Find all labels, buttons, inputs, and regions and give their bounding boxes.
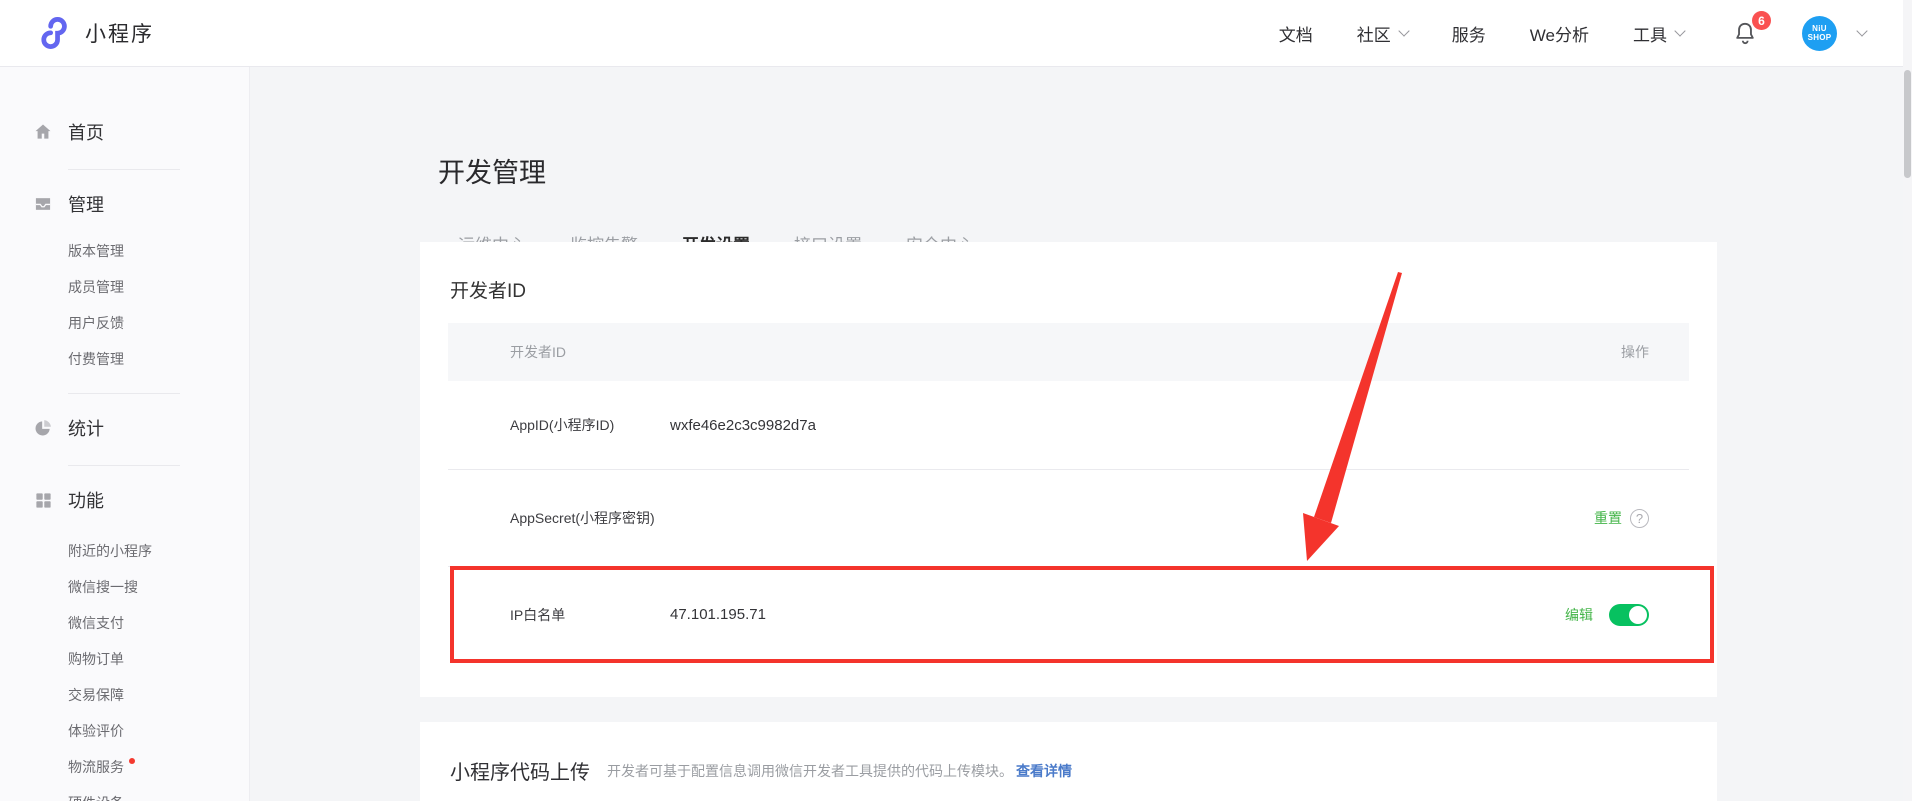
sidebar-features-label: 功能: [68, 487, 104, 513]
home-icon: [33, 122, 53, 142]
sidebar-item-payment-management[interactable]: 付费管理: [0, 341, 249, 377]
sidebar-sub-label: 物流服务: [68, 757, 124, 777]
chevron-down-icon: [1674, 25, 1685, 36]
page-title: 开发管理: [438, 151, 546, 190]
view-details-link[interactable]: 查看详情: [1016, 761, 1072, 781]
grid-icon: [33, 490, 53, 510]
nav-we-analytics[interactable]: We分析: [1530, 21, 1589, 46]
sidebar-divider: [68, 393, 180, 394]
top-nav: 文档 社区 服务 We分析 工具 6 NiU: [1279, 16, 1866, 51]
sidebar-management-label: 管理: [68, 191, 104, 217]
code-upload-section-title: 小程序代码上传: [450, 756, 590, 785]
sidebar-management-group: 版本管理 成员管理 用户反馈 付费管理: [0, 233, 249, 377]
sidebar-sub-label: 微信支付: [68, 613, 124, 633]
sidebar-item-statistics[interactable]: 统计: [0, 407, 249, 449]
chevron-down-icon: [1398, 25, 1409, 36]
sidebar-item-logistics-service[interactable]: 物流服务: [0, 749, 249, 785]
scrollbar-thumb[interactable]: [1904, 70, 1911, 178]
nav-services-label: 服务: [1452, 21, 1486, 46]
code-upload-description: 开发者可基于配置信息调用微信开发者工具提供的代码上传模块。: [607, 761, 1013, 781]
appsecret-label: AppSecret(小程序密钥): [510, 508, 670, 528]
edit-ip-whitelist-button[interactable]: 编辑: [1565, 605, 1593, 625]
sidebar-item-member-management[interactable]: 成员管理: [0, 269, 249, 305]
nav-we-analytics-label: We分析: [1530, 21, 1589, 46]
sidebar-sub-label: 成员管理: [68, 277, 124, 297]
code-upload-card: 小程序代码上传 开发者可基于配置信息调用微信开发者工具提供的代码上传模块。 查看…: [420, 722, 1717, 801]
nav-docs[interactable]: 文档: [1279, 21, 1313, 46]
appsecret-actions: 重置 ?: [1594, 508, 1649, 528]
sidebar-sub-label: 用户反馈: [68, 313, 124, 333]
nav-services[interactable]: 服务: [1452, 21, 1486, 46]
chevron-down-icon: [1856, 25, 1867, 36]
sidebar-item-wechat-pay[interactable]: 微信支付: [0, 605, 249, 641]
sidebar-item-home[interactable]: 首页: [0, 111, 249, 153]
nav-tools[interactable]: 工具: [1633, 21, 1684, 46]
logo-text: 小程序: [85, 18, 154, 48]
sidebar-item-features[interactable]: 功能: [0, 479, 249, 521]
sidebar-item-version-management[interactable]: 版本管理: [0, 233, 249, 269]
sidebar-sub-label: 购物订单: [68, 649, 124, 669]
sidebar-item-user-feedback[interactable]: 用户反馈: [0, 305, 249, 341]
scrollbar-track[interactable]: [1903, 0, 1912, 801]
miniprogram-s-icon: [38, 16, 72, 50]
ip-whitelist-value: 47.101.195.71: [670, 606, 766, 623]
nav-community-label: 社区: [1357, 21, 1391, 46]
sidebar-item-shopping-orders[interactable]: 购物订单: [0, 641, 249, 677]
sidebar-sub-label: 微信搜一搜: [68, 577, 138, 597]
table-header-row: 开发者ID 操作: [448, 323, 1689, 381]
sidebar-statistics-label: 统计: [68, 415, 104, 441]
sidebar-sub-label: 附近的小程序: [68, 541, 152, 561]
main-content: 开发管理 运维中心 监控告警 开发设置 接口设置 安全中心 开发者ID 开发者I…: [250, 67, 1912, 801]
reset-appsecret-button[interactable]: 重置: [1594, 508, 1622, 528]
sidebar-features-group: 附近的小程序 微信搜一搜 微信支付 购物订单 交易保障 体验评价 物流服务 硬件…: [0, 533, 249, 801]
account-menu[interactable]: NiU SHOP: [1802, 16, 1866, 51]
new-badge-dot: [129, 758, 135, 764]
developer-id-card: 开发者ID 开发者ID 操作 AppID(小程序ID) wxfe46e2c3c9…: [420, 242, 1717, 697]
toggle-knob: [1629, 606, 1647, 624]
sidebar-item-hardware-devices[interactable]: 硬件设备: [0, 785, 249, 801]
sidebar-item-management[interactable]: 管理: [0, 183, 249, 225]
sidebar-divider: [68, 465, 180, 466]
notification-bell-button[interactable]: 6: [1732, 20, 1758, 46]
developer-id-section-title: 开发者ID: [450, 276, 1717, 303]
table-header-actions: 操作: [1621, 342, 1649, 362]
pie-chart-icon: [33, 418, 53, 438]
avatar-text-line2: SHOP: [1808, 33, 1832, 42]
sidebar-sub-label: 体验评价: [68, 721, 124, 741]
sidebar-item-transaction-guarantee[interactable]: 交易保障: [0, 677, 249, 713]
ip-whitelist-toggle-on[interactable]: [1609, 604, 1649, 626]
table-row-appid: AppID(小程序ID) wxfe46e2c3c9982d7a: [448, 381, 1689, 469]
sidebar-sub-label: 付费管理: [68, 349, 124, 369]
tray-icon: [33, 194, 53, 214]
developer-id-table: 开发者ID 操作 AppID(小程序ID) wxfe46e2c3c9982d7a…: [448, 323, 1689, 662]
sidebar-home-label: 首页: [68, 119, 104, 145]
sidebar-sub-label: 版本管理: [68, 241, 124, 261]
avatar: NiU SHOP: [1802, 16, 1837, 51]
table-row-appsecret: AppSecret(小程序密钥) 重置 ?: [448, 469, 1689, 566]
notification-count-badge: 6: [1752, 11, 1771, 30]
top-header: 小程序 文档 社区 服务 We分析 工具 6: [0, 0, 1912, 67]
sidebar: 首页 管理 版本管理 成员管理 用户反馈 付费管理: [0, 67, 250, 801]
table-row-ip-whitelist: IP白名单 47.101.195.71 编辑: [448, 566, 1689, 662]
nav-community[interactable]: 社区: [1357, 21, 1408, 46]
appid-label: AppID(小程序ID): [510, 415, 670, 435]
appid-value: wxfe46e2c3c9982d7a: [670, 417, 816, 434]
sidebar-item-wechat-search[interactable]: 微信搜一搜: [0, 569, 249, 605]
nav-docs-label: 文档: [1279, 21, 1313, 46]
help-question-icon[interactable]: ?: [1630, 509, 1649, 528]
sidebar-sub-label: 硬件设备: [68, 793, 124, 801]
nav-tools-label: 工具: [1633, 21, 1667, 46]
ip-whitelist-actions: 编辑: [1565, 604, 1649, 626]
miniprogram-logo[interactable]: 小程序: [38, 16, 154, 50]
avatar-text-line1: NiU: [1812, 24, 1827, 33]
ip-whitelist-label: IP白名单: [510, 605, 670, 625]
sidebar-sub-label: 交易保障: [68, 685, 124, 705]
sidebar-divider: [68, 169, 180, 170]
sidebar-item-nearby-miniprograms[interactable]: 附近的小程序: [0, 533, 249, 569]
table-header-developer-id: 开发者ID: [510, 342, 566, 362]
sidebar-item-experience-rating[interactable]: 体验评价: [0, 713, 249, 749]
